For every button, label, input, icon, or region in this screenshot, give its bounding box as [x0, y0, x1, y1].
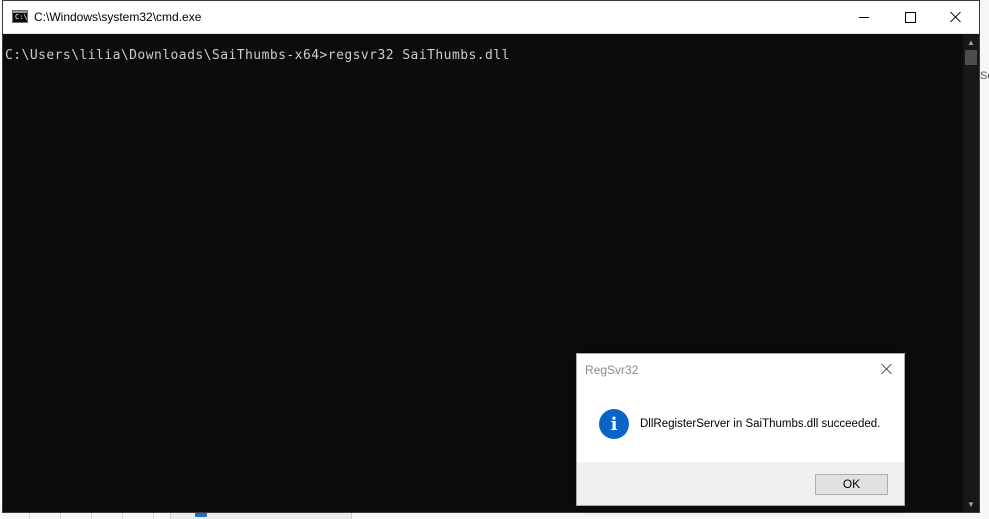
close-button[interactable] — [933, 1, 979, 33]
background-right-text: Se — [980, 70, 989, 82]
minimize-button[interactable] — [841, 1, 887, 33]
maximize-button[interactable] — [887, 1, 933, 33]
info-icon: i — [599, 409, 629, 439]
dialog-footer: OK — [577, 462, 904, 505]
scroll-up-arrow-icon[interactable]: ▲ — [963, 34, 979, 50]
console-scrollbar[interactable]: ▲ ▼ — [963, 34, 979, 512]
console-app-icon-text: C:\ — [15, 13, 28, 21]
ok-button[interactable]: OK — [815, 474, 888, 495]
scroll-thumb[interactable] — [965, 50, 977, 65]
regsvr32-dialog: RegSvr32 i DllRegisterServer in SaiThumb… — [576, 353, 905, 506]
cmd-window-title: C:\Windows\system32\cmd.exe — [34, 10, 202, 24]
console-prompt-line: C:\Users\lilia\Downloads\SaiThumbs-x64>r… — [5, 48, 510, 63]
dialog-close-button[interactable] — [874, 358, 900, 380]
dialog-title: RegSvr32 — [585, 363, 639, 377]
maximize-icon — [904, 11, 916, 23]
console-app-icon[interactable]: C:\ — [12, 10, 28, 23]
minimize-icon — [859, 16, 869, 18]
close-icon — [950, 11, 962, 23]
cmd-titlebar[interactable]: C:\ C:\Windows\system32\cmd.exe — [3, 1, 979, 34]
scroll-down-arrow-icon[interactable]: ▼ — [963, 496, 979, 512]
dialog-message: DllRegisterServer in SaiThumbs.dll succe… — [640, 418, 881, 430]
close-icon — [881, 363, 893, 375]
